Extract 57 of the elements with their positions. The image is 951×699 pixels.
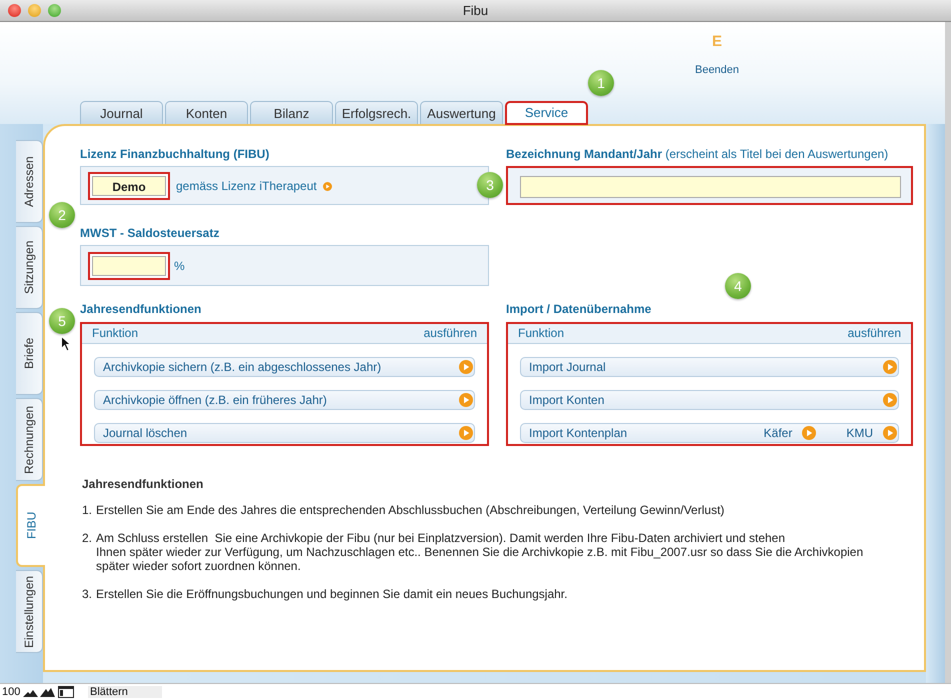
play-icon bbox=[459, 393, 473, 407]
play-icon bbox=[802, 426, 816, 440]
zoom-level: 100 bbox=[1, 686, 22, 698]
tab[interactable]: Journal bbox=[80, 101, 163, 124]
cursor-icon bbox=[61, 336, 71, 352]
function-button[interactable]: Import Journal bbox=[520, 357, 899, 377]
close-button[interactable] bbox=[8, 4, 21, 17]
side-tab[interactable]: Rechnungen bbox=[16, 398, 43, 481]
option-label: Käfer bbox=[764, 426, 792, 440]
option-label: KMU bbox=[846, 426, 873, 440]
side-tab[interactable]: Adressen bbox=[16, 140, 43, 223]
function-button[interactable]: Journal löschen bbox=[94, 423, 475, 443]
instruction-text: Erstellen Sie die Eröffnungsbuchungen und beginnen Sie damit ein neues Buchungsjahr. bbox=[96, 587, 568, 601]
layout-icon[interactable] bbox=[58, 686, 74, 698]
logo-letter: E bbox=[712, 33, 722, 50]
play-icon bbox=[322, 182, 332, 191]
instruction-text: Am Schluss erstellen Sie eine Archivkopie der Fibu (nur bei Einplatzversion). Damit werden Ihre Fibu-Daten archiviert und stehen Ihnen später wieder zur Verfügung, um Nachzuschlagen etc.. Benennen Sie die Archivkopie z.B. mit Fibu_2007.usr so dass Sie die Archivkopien später wieder sofort zuordnen können. bbox=[96, 531, 864, 573]
side-tab[interactable]: FIBU bbox=[16, 484, 45, 567]
table-header: Funktion ausführen bbox=[82, 324, 487, 344]
function-label: Import Kontenplan bbox=[529, 426, 628, 440]
tab[interactable]: Erfolgsrech. bbox=[335, 101, 418, 124]
zoom-icon[interactable] bbox=[22, 686, 56, 698]
percent-unit: % bbox=[174, 258, 185, 272]
section-heading: MWST - Saldosteuersatz bbox=[80, 226, 220, 240]
tab[interactable]: Service bbox=[505, 101, 588, 125]
side-tab[interactable]: Sitzungen bbox=[16, 226, 43, 309]
window-title: Fibu bbox=[462, 3, 488, 18]
play-icon bbox=[883, 426, 897, 440]
section-heading: Jahresendfunktionen bbox=[80, 302, 202, 315]
table-header: Funktion ausführen bbox=[508, 324, 911, 344]
play-icon bbox=[883, 360, 897, 374]
quit-link[interactable]: Beenden bbox=[694, 64, 740, 76]
function-button[interactable]: Archivkopie sichern (z.B. ein abgeschlossenes Jahr) bbox=[94, 357, 475, 377]
section-heading: Lizenz Finanzbuchhaltung (FIBU) bbox=[80, 147, 270, 161]
mode-label: Blättern bbox=[88, 686, 162, 698]
tab[interactable]: Bilanz bbox=[250, 101, 333, 124]
tab[interactable]: Konten bbox=[165, 101, 248, 124]
function-button[interactable]: Import Kontenplan Käfer KMU bbox=[520, 423, 899, 443]
license-link[interactable]: gemäss Lizenz iTherapeut bbox=[176, 178, 332, 192]
list-number: 2. bbox=[82, 531, 92, 547]
side-tab[interactable]: Briefe bbox=[16, 312, 43, 395]
play-icon bbox=[883, 393, 897, 407]
license-field[interactable]: Demo bbox=[88, 172, 170, 200]
client-name-field[interactable] bbox=[506, 166, 913, 205]
section-heading: Import / Datenübernahme bbox=[506, 302, 652, 315]
vat-rate-field[interactable] bbox=[88, 252, 170, 280]
instruction-text: Erstellen Sie am Ende des Jahres die entsprechenden Abschlussbuchen (Abschreibungen, Verteilung Gewinn/Verlust) bbox=[96, 503, 724, 517]
function-button[interactable]: Import Konten bbox=[520, 390, 899, 410]
section-heading: Bezeichnung Mandant/Jahr (erscheint als Titel bei den Auswertungen) bbox=[506, 147, 890, 161]
tab[interactable]: Auswertung bbox=[420, 101, 503, 124]
side-tab[interactable]: Einstellungen bbox=[16, 570, 43, 653]
notes-heading: Jahresendfunktionen bbox=[82, 477, 204, 491]
function-button[interactable]: Archivkopie öffnen (z.B. ein früheres Jahr) bbox=[94, 390, 475, 410]
list-number: 3. bbox=[82, 587, 92, 601]
play-icon bbox=[459, 426, 473, 440]
play-icon bbox=[459, 360, 473, 374]
list-number: 1. bbox=[82, 503, 92, 517]
